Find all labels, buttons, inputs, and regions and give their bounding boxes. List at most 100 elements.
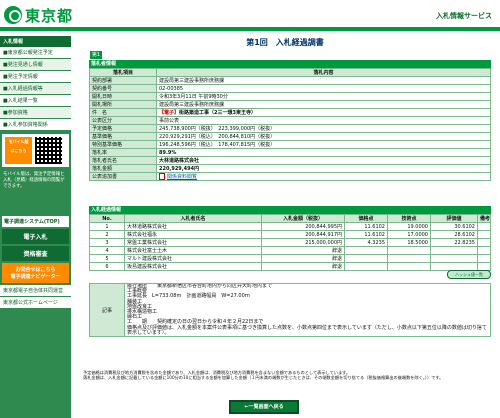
sidebar-item[interactable]: ■発注見通し情報 bbox=[0, 59, 71, 71]
col-header: 備考 bbox=[477, 214, 491, 223]
table-row: 1 大林道路株式会社 200,844,995円 11.6102 19.0000 30.61… bbox=[89, 222, 491, 231]
remarks-body: 履行場所 東京都新宿区市谷台町地内から同区弁天町地内まで 工事概要 工事延長 L… bbox=[124, 282, 491, 338]
service-name: 入札情報サービス bbox=[436, 12, 492, 20]
cell-note bbox=[477, 238, 491, 247]
sidebar-heading: 入札情報 bbox=[0, 36, 71, 47]
row-label: 基準価格 bbox=[89, 132, 157, 141]
cell-name: マルト建設株式会社 bbox=[124, 254, 262, 263]
col-header: No. bbox=[89, 214, 125, 223]
cell-no: 3 bbox=[89, 238, 125, 247]
cell-name: 株式会社福永 bbox=[124, 230, 262, 239]
electronic-bid-link[interactable]: 電子入札 bbox=[2, 229, 69, 244]
back-to-list-button[interactable]: ←一覧画面へ戻る bbox=[229, 400, 299, 414]
col-header: 技術点 bbox=[387, 214, 431, 223]
remarks-label: 記事 bbox=[89, 282, 125, 338]
col-header: 落札内容 bbox=[156, 68, 491, 77]
row-label: 開札日時 bbox=[89, 92, 157, 101]
sidebar-item[interactable]: ■入札参加資格関係 bbox=[0, 119, 71, 131]
tokyo-logo[interactable]: 東京都 bbox=[4, 5, 73, 25]
cell-tech: 17.0000 bbox=[387, 230, 431, 239]
sidebar-link[interactable]: 東京都公式ホームページ bbox=[0, 297, 71, 309]
row-value: 220,929,291円（税込） 200,844,810円（税抜） bbox=[156, 132, 491, 141]
sidebar-link[interactable]: 東京都電子自治体共同運営 bbox=[0, 285, 71, 297]
sidebar-item[interactable]: ■参加資格 bbox=[0, 107, 71, 119]
cell-price: 11.6102 bbox=[344, 230, 388, 239]
cell-note bbox=[477, 254, 491, 263]
row-value: 建設局第三建設事務所庶務課 bbox=[156, 76, 491, 85]
cell-amount: 200,844,995円 bbox=[261, 222, 345, 231]
cell-amount: 215,000,000円 bbox=[261, 238, 345, 247]
qualification-link[interactable]: 資格審査 bbox=[2, 246, 69, 261]
header-divider bbox=[0, 27, 500, 31]
row-label: 特別基準価格 bbox=[89, 140, 157, 149]
table-row: 2 株式会社福永 200,844,917円 11.6102 17.0000 28.6102 bbox=[89, 230, 491, 239]
sidebar-item[interactable]: ■東京都公報発注予定 bbox=[0, 47, 71, 59]
row-value: 令和3年3月11日 午前9時30分 bbox=[156, 92, 491, 101]
cell-amount: 辞退 bbox=[261, 254, 345, 263]
col-header: 評価値 bbox=[430, 214, 478, 223]
tab-round-1[interactable]: 第1回 bbox=[90, 51, 102, 66]
row-value: 大林道路株式会社 bbox=[156, 156, 491, 165]
cell-no: 2 bbox=[89, 230, 125, 239]
cell-name: 大林道路株式会社 bbox=[124, 222, 262, 231]
row-label: 公表区分 bbox=[89, 116, 157, 125]
page-title: 第1回 入札経過調書 bbox=[246, 38, 324, 47]
row-value: 【電子】街路築造工事（2三一環3東王寺） bbox=[156, 108, 491, 117]
section-heading: 落札者情報 bbox=[89, 60, 491, 68]
row-value: 245,738,900円（税抜） 223,399,000円（税抜） bbox=[156, 124, 491, 133]
contact-button[interactable]: お問合せはこちら 電子調達ナビゲーター bbox=[2, 263, 69, 283]
cell-amount: 辞退 bbox=[261, 262, 345, 271]
row-label: 予定価格 bbox=[89, 124, 157, 133]
mobile-sub: はこちら bbox=[10, 148, 27, 153]
sidebar-item[interactable]: ■発注予定情報 bbox=[0, 71, 71, 83]
attachment-link[interactable]: 関係資料閲覧 bbox=[167, 174, 197, 180]
row-label: 落札者氏名 bbox=[89, 156, 157, 165]
cell-price bbox=[344, 246, 388, 255]
cell-name: 坂島建設株式会社 bbox=[124, 262, 262, 271]
footnote: 落札金額は、入札金額に記載している金額に100分の10に相当する金額を加算した金… bbox=[83, 375, 444, 380]
row-value: 89.9% bbox=[156, 148, 491, 157]
col-header: 価格点 bbox=[344, 214, 388, 223]
header: 東京都 入札情報サービス bbox=[0, 0, 500, 36]
cell-tech bbox=[387, 262, 431, 271]
col-header: 入札金額（税抜） bbox=[261, 214, 345, 223]
col-header: 落札項目 bbox=[89, 68, 157, 77]
contact-sub: 電子調達ナビゲーター bbox=[10, 274, 61, 280]
remark-line: 価格点及び評価値は、入札金額を本案件公表事項に基づき換算した点数を、小数点第四位… bbox=[127, 324, 487, 336]
hash-list-button[interactable]: ハッシュ値一覧 bbox=[447, 270, 491, 279]
remarks-table: 記事 履行場所 東京都新宿区市谷台町地内から同区弁天町地内まで 工事概要 工事延… bbox=[89, 282, 491, 338]
cell-tech: 18.5000 bbox=[387, 238, 431, 247]
cell-price bbox=[344, 262, 388, 271]
pdf-icon bbox=[159, 173, 165, 180]
mobile-link[interactable]: モバイル版 はこちら bbox=[5, 137, 32, 164]
sidebar-item[interactable]: ■入札経過情報等 bbox=[0, 83, 71, 95]
cell-eval: 28.6102 bbox=[430, 230, 478, 239]
cell-note bbox=[477, 246, 491, 255]
section-heading: 入札経過情報 bbox=[89, 206, 491, 214]
contact-label: お問合せはこちら bbox=[15, 267, 56, 273]
row-value: 02-00385 bbox=[156, 84, 491, 93]
mobile-note: モバイル版は、発注予定情報と入札（見積）経過情報の閲覧ができます。 bbox=[3, 172, 65, 189]
qr-code-icon bbox=[35, 137, 62, 164]
table-row: 4 株式会社富士土木 辞退 bbox=[89, 246, 491, 255]
sidebar-item[interactable]: ■入札結果一覧 bbox=[0, 95, 71, 107]
cell-eval: 30.6102 bbox=[430, 222, 478, 231]
bid-info-section: 落札者情報 落札項目 落札内容 契約部署 建設局第三建設事務所庶務課 契約番号 02… bbox=[89, 60, 491, 181]
cell-price: 4.3235 bbox=[344, 238, 388, 247]
cell-name: 株式会社富士土木 bbox=[124, 246, 262, 255]
row-label: 落札金額 bbox=[89, 164, 157, 173]
system-link[interactable]: 電子調達システム(TOP) bbox=[2, 216, 69, 227]
table-row: 3 常盤工業株式会社 215,000,000円 4.3235 18.5000 22.823… bbox=[89, 238, 491, 247]
bidders-section: 入札経過情報 No. 入札者氏名 入札金額（税抜） 価格点 技術点 評価値 備考… bbox=[89, 206, 491, 338]
row-value: 220,929,494円 bbox=[156, 164, 491, 173]
row-value: 建設局第三建設事務所庶務課 bbox=[156, 100, 491, 109]
cell-price bbox=[344, 254, 388, 263]
mobile-label: モバイル版 bbox=[8, 139, 29, 144]
row-label: 件 名 bbox=[89, 108, 157, 117]
row-value: 事前公表 bbox=[156, 116, 491, 125]
cell-no: 6 bbox=[89, 262, 125, 271]
cell-amount: 辞退 bbox=[261, 246, 345, 255]
tokyo-emblem-icon bbox=[4, 6, 22, 24]
cell-tech bbox=[387, 246, 431, 255]
subject-text: 街路築造工事（2三一環3東王寺） bbox=[179, 110, 256, 116]
